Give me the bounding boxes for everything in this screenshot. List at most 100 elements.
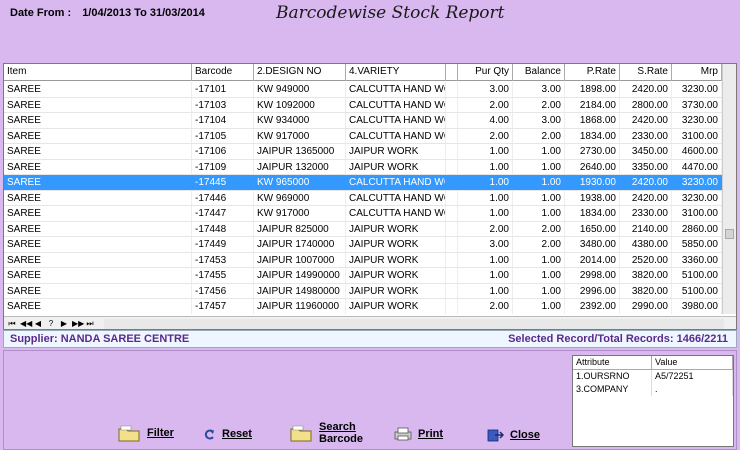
nav-prev-page-button[interactable]: ◀◀ [20, 318, 32, 329]
cell-p-rate: 2996.00 [565, 283, 620, 298]
column-header-p-rate[interactable]: P.Rate [565, 64, 620, 81]
cell-s-rate: 2520.00 [620, 252, 672, 267]
nav-first-button[interactable]: ⏮ [7, 318, 17, 329]
cell-item: SAREE [4, 268, 192, 283]
date-range-value: 1/04/2013 To 31/03/2014 [82, 7, 205, 19]
cell-p-rate: 1834.00 [565, 128, 620, 143]
cell-item: SAREE [4, 97, 192, 112]
cell-spacer [446, 82, 458, 97]
value-column-header: Value [652, 356, 733, 369]
status-bar: Supplier: NANDA SAREE CENTRE Selected Re… [3, 330, 737, 348]
grid-header: Item Barcode 2.DESIGN NO 4.VARIETY Pur Qty Ba… [4, 64, 722, 81]
cell-p-rate: 2014.00 [565, 252, 620, 267]
cell-barcode: -17456 [192, 283, 254, 298]
cell-balance: 1.00 [513, 144, 565, 159]
cell-p-rate: 2730.00 [565, 144, 620, 159]
cell-s-rate: 2420.00 [620, 113, 672, 128]
cell-spacer [446, 252, 458, 267]
table-row[interactable]: SAREE-17105KW 917000CALCUTTA HAND WORK 2.… [4, 128, 722, 144]
nav-next-button[interactable]: ▶ [59, 318, 69, 329]
attribute-row[interactable]: 3.COMPANY. [573, 383, 733, 396]
attribute-value: A5/72251 [652, 370, 733, 383]
cell-barcode: -17448 [192, 221, 254, 236]
reset-button[interactable]: Reset [202, 427, 252, 441]
cell-s-rate: 2330.00 [620, 206, 672, 221]
cell-item: SAREE [4, 82, 192, 97]
cell-variety: CALCUTTA HAND WORK [346, 113, 446, 128]
cell-s-rate: 2990.00 [620, 299, 672, 314]
cell-balance: 1.00 [513, 283, 565, 298]
filter-label: Filter [147, 427, 174, 439]
column-header-barcode[interactable]: Barcode [192, 64, 254, 81]
cell-variety: CALCUTTA HAND WORK [346, 97, 446, 112]
cell-balance: 2.00 [513, 97, 565, 112]
cell-spacer [446, 299, 458, 314]
table-row[interactable]: SAREE -17448 JAIPUR 825000 JAIPUR WORK 2.00 2… [4, 221, 722, 237]
table-row[interactable]: SAREE-17447KW 917000CALCUTTA HAND WORK 1.… [4, 206, 722, 222]
table-row[interactable]: SAREE-17103KW 1092000CALCUTTA HAND WORK 2… [4, 97, 722, 113]
table-row[interactable]: SAREE -17455 JAIPUR 14990000 JAIPUR WORK 1.0… [4, 268, 722, 284]
table-row[interactable]: SAREE -17449 JAIPUR 1740000 JAIPUR WORK 3.00… [4, 237, 722, 253]
cell-pur-qty: 1.00 [458, 252, 513, 267]
scroll-thumb[interactable] [725, 229, 734, 239]
cell-design-no: KW 949000 [254, 82, 346, 97]
cell-design-no: JAIPUR 825000 [254, 221, 346, 236]
nav-last-button[interactable]: ⏭ [85, 318, 95, 329]
cell-p-rate: 1650.00 [565, 221, 620, 236]
cell-design-no: KW 917000 [254, 128, 346, 143]
cell-variety: CALCUTTA HAND WORK [346, 82, 446, 97]
nav-next-page-button[interactable]: ▶▶ [72, 318, 84, 329]
attribute-row[interactable]: 1.OURSRNO A5/72251 [573, 370, 733, 383]
cell-item: SAREE [4, 128, 192, 143]
cell-barcode: -17101 [192, 82, 254, 97]
cell-variety: CALCUTTA HAND WORK [346, 190, 446, 205]
table-row[interactable]: SAREE-17104KW 934000CALCUTTA HAND WORK 4.… [4, 113, 722, 129]
cell-spacer [446, 128, 458, 143]
table-row[interactable]: SAREE -17109 JAIPUR 132000 JAIPUR WORK 1.00 1… [4, 159, 722, 175]
column-header-variety[interactable]: 4.VARIETY [346, 64, 446, 81]
cell-spacer [446, 221, 458, 236]
cell-mrp: 4600.00 [672, 144, 722, 159]
close-button[interactable]: Close [486, 428, 540, 442]
search-label-line2: Barcode [319, 433, 364, 445]
column-header-design-no[interactable]: 2.DESIGN NO [254, 64, 346, 81]
cell-s-rate: 3820.00 [620, 283, 672, 298]
cell-balance: 2.00 [513, 128, 565, 143]
printer-icon [394, 427, 412, 441]
nav-prev-button[interactable]: ◀ [33, 318, 43, 329]
exit-icon [487, 429, 504, 442]
filter-button[interactable]: Filter [117, 423, 174, 443]
horizontal-scrollbar[interactable] [104, 319, 724, 329]
report-title: Barcodewise Stock Report [276, 3, 505, 23]
cell-pur-qty: 1.00 [458, 268, 513, 283]
cell-item: SAREE [4, 175, 192, 190]
search-barcode-button[interactable]: Search Barcode [289, 421, 363, 445]
table-row[interactable]: SAREE -17456 JAIPUR 14980000 JAIPUR WORK 1.0… [4, 283, 722, 299]
stock-grid[interactable]: Item Barcode 2.DESIGN NO 4.VARIETY Pur Qty Ba… [3, 63, 737, 330]
cell-variety: CALCUTTA HAND WORK [346, 175, 446, 190]
table-row[interactable]: SAREE -17106 JAIPUR 1365000 JAIPUR WORK 1.00… [4, 144, 722, 160]
column-header-pur-qty[interactable]: Pur Qty [458, 64, 513, 81]
table-row[interactable]: SAREE -17453 JAIPUR 1007000 JAIPUR WORK 1.00… [4, 252, 722, 268]
column-header-spacer[interactable] [446, 64, 458, 81]
table-row[interactable]: SAREE-17101KW 949000CALCUTTA HAND WORK 3.… [4, 82, 722, 98]
folder-icon [290, 425, 312, 442]
column-header-mrp[interactable]: Mrp [672, 64, 722, 81]
cell-item: SAREE [4, 299, 192, 314]
table-row[interactable]: SAREE-17445KW 965000CALCUTTA HAND WORK 1.… [4, 175, 722, 191]
cell-p-rate: 1938.00 [565, 190, 620, 205]
column-header-balance[interactable]: Balance [513, 64, 565, 81]
print-button[interactable]: Print [394, 427, 443, 441]
vertical-scrollbar[interactable] [722, 64, 736, 314]
cell-balance: 1.00 [513, 206, 565, 221]
table-row[interactable]: SAREE-17446KW 969000CALCUTTA HAND WORK 1.… [4, 190, 722, 206]
attribute-grid[interactable]: Attribute Value 1.OURSRNO A5/72251 3.COMPANY… [572, 355, 734, 447]
cell-p-rate: 1868.00 [565, 113, 620, 128]
column-header-item[interactable]: Item [4, 64, 192, 81]
table-row[interactable]: SAREE -17457 JAIPUR 11960000 JAIPUR WORK 2.0… [4, 299, 722, 314]
cell-balance: 1.00 [513, 268, 565, 283]
column-header-s-rate[interactable]: S.Rate [620, 64, 672, 81]
cell-p-rate: 2640.00 [565, 159, 620, 174]
nav-find-button[interactable]: ? [46, 318, 56, 329]
grid-body[interactable]: SAREE-17101KW 949000CALCUTTA HAND WORK3.… [4, 82, 722, 314]
